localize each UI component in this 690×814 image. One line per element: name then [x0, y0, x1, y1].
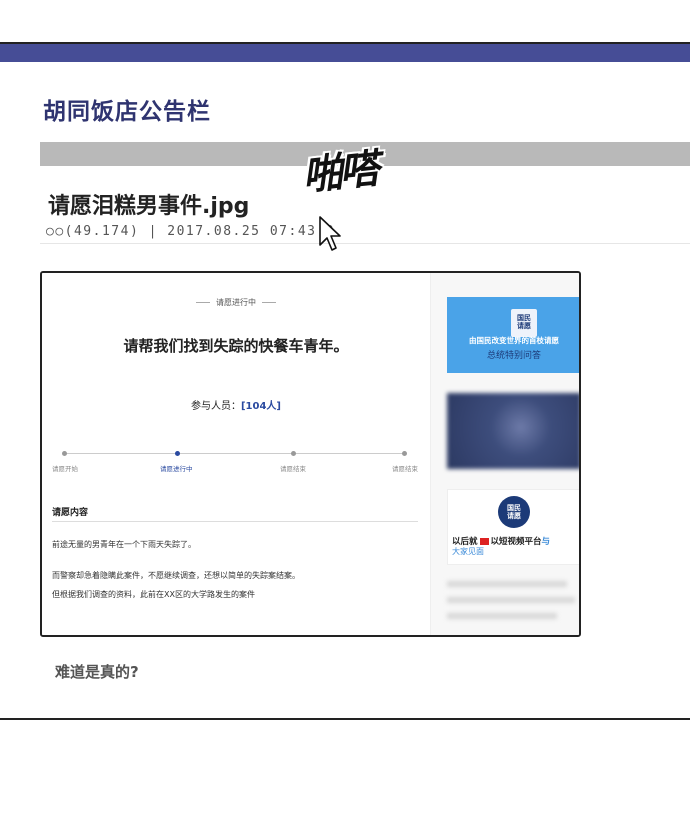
video-icon: [479, 538, 489, 545]
progress-dot: [402, 451, 407, 456]
progress-dot: [62, 451, 67, 456]
petition-title: 请帮我们找到失踪的快餐车青年。: [123, 337, 349, 355]
ad-text: 总统特别问答: [486, 351, 541, 361]
site-header-bar: [0, 44, 690, 62]
blurred-text: [447, 581, 567, 587]
mouse-cursor-icon: [319, 216, 341, 251]
panel-bottom-border: [0, 718, 690, 720]
ad-text: 由国民改变世界的首枝请愿: [469, 336, 559, 345]
divider: [52, 521, 418, 522]
step-label-active: 请愿进行中: [160, 465, 193, 473]
step-label: 请愿结束: [280, 465, 306, 473]
progress-track: [64, 453, 406, 454]
petition-status-label: 请愿进行中: [216, 298, 256, 307]
petition-main-panel: 请愿进行中 请帮我们找到失踪的快餐车青年。 参与人员：[104人] 请愿开始 请…: [42, 273, 430, 635]
progress-dot: [291, 451, 296, 456]
post-meta: ○○(49.174) | 2017.08.25 07:43:3: [46, 224, 336, 239]
sidebar-ad-video-platform[interactable]: 国民 请愿 以后就 以短视频平台与 大家见面: [447, 489, 579, 565]
petition-screenshot[interactable]: 请愿进行中 请帮我们找到失踪的快餐车青年。 参与人员：[104人] 请愿开始 请…: [40, 271, 581, 637]
petition-sidebar: 国民 请愿 由国民改变世界的首枝请愿 总统特别问答 国民 请愿 以后就 以短视频平…: [430, 273, 579, 635]
content-line: 但根据我们调查的资料，此前在XX区的大学路发生的案件: [52, 590, 255, 599]
sound-effect-text: 啪嗒: [300, 146, 379, 200]
ad-text-part: 与: [541, 537, 551, 547]
ad-text: 大家见面: [452, 547, 484, 556]
petition-badge-icon: 国民 请愿: [498, 496, 530, 528]
post-comment: 难道是真的?: [55, 663, 139, 681]
progress-dot-active: [175, 451, 180, 456]
blurred-text: [447, 613, 557, 619]
sidebar-ad-special-qa[interactable]: 国民 请愿 由国民改变世界的首枝请愿 总统特别问答: [447, 297, 579, 373]
participants: 参与人员：[104人]: [42, 397, 430, 412]
board-title: 胡同饭店公告栏: [43, 99, 211, 125]
content-heading: 请愿内容: [52, 508, 89, 518]
step-label: 请愿结束: [392, 465, 418, 473]
content-line: 前途无量的男青年在一个下雨天失踪了。: [52, 540, 196, 549]
content-line: 而警察却急着隐瞒此案件，不愿继续调查，还想以简单的失踪案结案。: [52, 571, 300, 580]
blurred-text: [447, 597, 575, 603]
petition-logo-icon: 国民 请愿: [511, 309, 537, 337]
participants-label: 参与人员：: [190, 401, 241, 412]
sidebar-ad-blurred-photo[interactable]: [447, 393, 579, 469]
ad-text-part: 以短视频平台: [490, 537, 542, 547]
post-title[interactable]: 请愿泪糕男事件.jpg: [48, 188, 249, 220]
step-label: 请愿开始: [52, 465, 78, 473]
participants-count: [104人]: [240, 401, 281, 412]
divider: [40, 243, 690, 244]
petition-status: 请愿进行中: [42, 297, 430, 308]
